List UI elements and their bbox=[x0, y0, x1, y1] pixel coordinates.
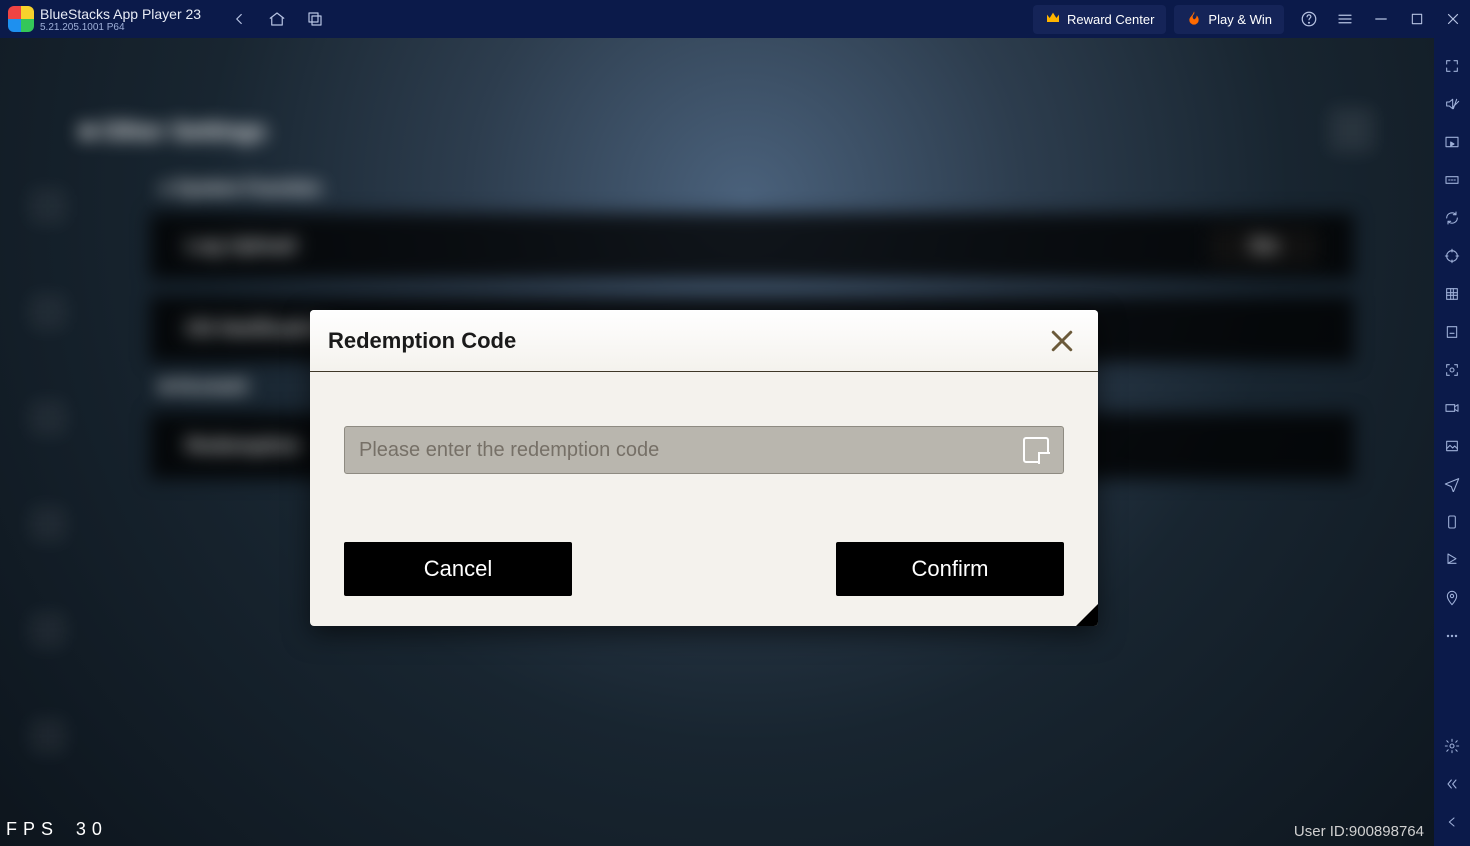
shake-icon[interactable] bbox=[1442, 550, 1462, 570]
modal-header: Redemption Code bbox=[310, 310, 1098, 372]
collapse-icon[interactable] bbox=[1442, 774, 1462, 794]
scan-icon[interactable] bbox=[1442, 360, 1462, 380]
fullscreen-icon[interactable] bbox=[1442, 56, 1462, 76]
volume-icon[interactable] bbox=[1442, 94, 1462, 114]
close-window-icon[interactable] bbox=[1442, 8, 1464, 30]
titlebar-text: BlueStacks App Player 23 5.21.205.1001 P… bbox=[40, 6, 201, 33]
redemption-modal: Redemption Code Please enter the redempt… bbox=[310, 310, 1098, 626]
sync-icon[interactable] bbox=[1442, 208, 1462, 228]
maximize-icon[interactable] bbox=[1406, 8, 1428, 30]
app-name: BlueStacks App Player 23 bbox=[40, 6, 201, 22]
hamburger-icon[interactable] bbox=[1334, 8, 1356, 30]
help-icon[interactable] bbox=[1298, 8, 1320, 30]
play-win-label: Play & Win bbox=[1208, 12, 1272, 27]
settings-title: Other Settings bbox=[80, 118, 267, 146]
bluestacks-logo-icon bbox=[8, 6, 34, 32]
back-icon[interactable] bbox=[229, 9, 249, 29]
target-icon[interactable] bbox=[1442, 246, 1462, 266]
more-icon[interactable] bbox=[1442, 626, 1462, 646]
cancel-button[interactable]: Cancel bbox=[344, 542, 572, 596]
modal-corner-decoration bbox=[1076, 604, 1098, 626]
play-win-button[interactable]: Play & Win bbox=[1174, 5, 1284, 34]
flame-icon bbox=[1186, 10, 1202, 29]
paste-icon[interactable] bbox=[1023, 437, 1049, 463]
minimize-icon[interactable] bbox=[1370, 8, 1392, 30]
rotate-icon[interactable] bbox=[1442, 512, 1462, 532]
keymap-icon[interactable] bbox=[1442, 170, 1462, 190]
modal-actions: Cancel Confirm bbox=[310, 488, 1098, 626]
confirm-button[interactable]: Confirm bbox=[836, 542, 1064, 596]
location-icon[interactable] bbox=[1442, 588, 1462, 608]
app-version: 5.21.205.1001 P64 bbox=[40, 22, 201, 33]
image-icon[interactable] bbox=[1442, 436, 1462, 456]
right-sidebar bbox=[1434, 38, 1470, 846]
redemption-code-placeholder: Please enter the redemption code bbox=[359, 439, 1023, 462]
settings-row-log-upload: Log Upload Go bbox=[150, 213, 1354, 279]
titlebar: BlueStacks App Player 23 5.21.205.1001 P… bbox=[0, 0, 1470, 38]
fps-counter: FPS 30 bbox=[6, 819, 108, 840]
window-controls bbox=[1298, 8, 1464, 30]
game-viewport: Other Settings System Function Log Uploa… bbox=[0, 38, 1434, 846]
crown-icon bbox=[1045, 10, 1061, 29]
modal-body: Please enter the redemption code bbox=[310, 372, 1098, 488]
redemption-code-input[interactable]: Please enter the redemption code bbox=[344, 426, 1064, 474]
settings-close-icon bbox=[1330, 108, 1374, 152]
airplane-icon[interactable] bbox=[1442, 474, 1462, 494]
settings-section-label: System Function bbox=[160, 178, 321, 199]
settings-gear-icon[interactable] bbox=[1442, 736, 1462, 756]
apk-icon[interactable] bbox=[1442, 322, 1462, 342]
reward-center-button[interactable]: Reward Center bbox=[1033, 5, 1166, 34]
record-icon[interactable] bbox=[1442, 398, 1462, 418]
settings-left-icons bbox=[30, 188, 66, 754]
user-id: User ID:900898764 bbox=[1294, 823, 1424, 840]
modal-close-button[interactable] bbox=[1046, 325, 1078, 357]
reward-center-label: Reward Center bbox=[1067, 12, 1154, 27]
titlebar-nav bbox=[229, 9, 325, 29]
recents-icon[interactable] bbox=[305, 9, 325, 29]
modal-title: Redemption Code bbox=[328, 328, 516, 354]
home-icon[interactable] bbox=[267, 9, 287, 29]
macro-icon[interactable] bbox=[1442, 284, 1462, 304]
cast-icon[interactable] bbox=[1442, 132, 1462, 152]
back-sidebar-icon[interactable] bbox=[1442, 812, 1462, 832]
settings-subsection-label: Account bbox=[160, 376, 247, 397]
